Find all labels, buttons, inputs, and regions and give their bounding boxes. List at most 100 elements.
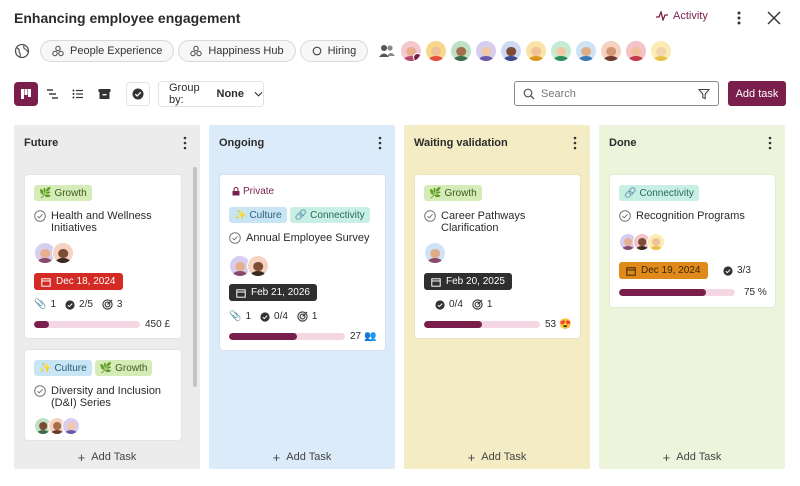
gantt-view-button[interactable]: [40, 82, 64, 106]
column-title: Future: [24, 137, 59, 149]
task-card[interactable]: Private ✨ Culture 🔗 Connectivity Annual Em…: [220, 175, 385, 350]
smiley-icon: 😍: [559, 319, 572, 330]
column-title: Waiting validation: [414, 137, 508, 149]
sparkle-icon: ✨: [39, 362, 52, 374]
archive-view-button[interactable]: [92, 82, 116, 106]
avatar[interactable]: [647, 233, 665, 251]
goal-icon: [102, 299, 113, 310]
progress-value: 27 👥: [350, 331, 377, 342]
check-circle-icon: [132, 88, 144, 100]
board-view-button[interactable]: [14, 82, 38, 106]
due-date-badge[interactable]: Dec 18, 2024: [34, 273, 123, 290]
avatar[interactable]: [400, 40, 423, 62]
avatar[interactable]: [424, 242, 446, 264]
tag-growth: 🌿 Growth: [34, 185, 92, 201]
completed-filter-button[interactable]: [126, 82, 150, 106]
task-card[interactable]: 🔗 Connectivity Recognition Programs Dec 1…: [610, 175, 775, 307]
group-by-label: Group by:: [169, 82, 200, 106]
space-chip-people-experience[interactable]: People Experience: [40, 40, 175, 62]
check-circle-outline-icon[interactable]: [619, 210, 631, 222]
subtask-icon: [435, 299, 445, 310]
avatar[interactable]: [475, 40, 498, 62]
progress-fill: [619, 289, 706, 296]
due-date-badge[interactable]: Feb 20, 2025: [424, 273, 512, 290]
column-ongoing: Ongoing Private ✨ Culture 🔗 Connectivity A…: [209, 125, 395, 469]
close-icon[interactable]: [765, 9, 783, 27]
avatar[interactable]: [625, 40, 648, 62]
more-options-icon[interactable]: [732, 8, 746, 28]
task-title[interactable]: Diversity and Inclusion (D&I) Series: [34, 385, 161, 409]
task-stats: 3/3: [723, 265, 751, 276]
progress-fill: [424, 321, 482, 328]
activity-button[interactable]: Activity: [656, 10, 708, 22]
avatar[interactable]: [425, 40, 448, 62]
task-title[interactable]: Recognition Programs: [619, 210, 745, 222]
add-task-column-button[interactable]: + Add Task: [209, 451, 395, 464]
members-icon[interactable]: [378, 43, 396, 59]
tag-culture: ✨ Culture: [34, 360, 92, 376]
check-circle-outline-icon[interactable]: [34, 210, 46, 222]
plus-icon: +: [467, 449, 476, 465]
task-card[interactable]: 🌿 Growth Career Pathways Clarification Feb…: [415, 175, 580, 338]
subtask-icon: [65, 299, 75, 310]
list-icon: [72, 89, 83, 99]
column-more-icon[interactable]: [570, 136, 580, 152]
avatar[interactable]: [62, 417, 80, 435]
avatar[interactable]: [450, 40, 473, 62]
assignees: [34, 417, 80, 435]
avatar[interactable]: [650, 40, 673, 62]
space-chip-label: Happiness Hub: [208, 45, 284, 57]
space-chip-label: People Experience: [70, 45, 163, 57]
add-task-column-button[interactable]: + Add Task: [599, 451, 785, 464]
task-title[interactable]: Annual Employee Survey: [229, 232, 370, 244]
progress-fill: [229, 333, 298, 340]
search-input[interactable]: [541, 87, 692, 100]
task-title[interactable]: Health and Wellness Initiatives: [34, 210, 152, 234]
circle-icon: [312, 46, 321, 56]
avatar[interactable]: [575, 40, 598, 62]
gantt-icon: [46, 89, 58, 99]
avatar[interactable]: [247, 255, 269, 277]
goal-icon: [472, 299, 483, 310]
task-card[interactable]: 🌿 Growth Health and Wellness Initiatives D…: [25, 175, 181, 338]
column-more-icon[interactable]: [180, 136, 190, 152]
list-view-button[interactable]: [66, 82, 90, 106]
attachment-icon: 📎: [229, 311, 242, 322]
avatar[interactable]: [52, 242, 74, 264]
subtask-icon: [723, 265, 733, 276]
assignees: [424, 242, 446, 264]
check-circle-outline-icon[interactable]: [34, 385, 46, 397]
header: Enhancing employee engagement Activity: [0, 0, 800, 36]
leaf-icon: 🌿: [39, 187, 52, 199]
progress-bar: [34, 321, 140, 328]
activity-label: Activity: [673, 10, 708, 22]
filter-icon[interactable]: [698, 88, 710, 100]
task-title[interactable]: Career Pathways Clarification: [424, 210, 525, 234]
space-chip-happiness-hub[interactable]: Happiness Hub: [178, 40, 296, 62]
avatar[interactable]: [525, 40, 548, 62]
group-by-value: None: [216, 88, 245, 100]
avatar[interactable]: [550, 40, 573, 62]
scrollbar[interactable]: [193, 167, 197, 387]
avatar[interactable]: [600, 40, 623, 62]
attachment-icon: 📎: [34, 299, 47, 310]
column-done: Done 🔗 Connectivity Recognition Programs …: [599, 125, 785, 469]
group-by-dropdown[interactable]: Group by: None: [158, 81, 264, 107]
check-circle-outline-icon[interactable]: [424, 210, 436, 222]
column-more-icon[interactable]: [375, 136, 385, 152]
check-circle-outline-icon[interactable]: [229, 232, 241, 244]
space-chip-hiring[interactable]: Hiring: [299, 40, 369, 62]
due-date-badge[interactable]: Dec 19, 2024: [619, 262, 708, 279]
avatar[interactable]: [500, 40, 523, 62]
assignees: [619, 233, 665, 251]
chevron-down-icon: [254, 91, 263, 97]
add-task-column-button[interactable]: + Add Task: [404, 449, 590, 465]
column-more-icon[interactable]: [765, 136, 775, 152]
add-task-button[interactable]: Add task: [728, 81, 786, 106]
tag-culture: ✨ Culture: [229, 207, 287, 223]
task-stats: 📎 1 2/5 3: [34, 299, 123, 310]
add-task-column-button[interactable]: + Add Task: [14, 451, 200, 464]
tag-connectivity: 🔗 Connectivity: [289, 207, 370, 223]
task-card[interactable]: ✨ Culture 🌿 Growth Diversity and Inclusion…: [25, 350, 181, 440]
due-date-badge[interactable]: Feb 21, 2026: [229, 284, 317, 301]
